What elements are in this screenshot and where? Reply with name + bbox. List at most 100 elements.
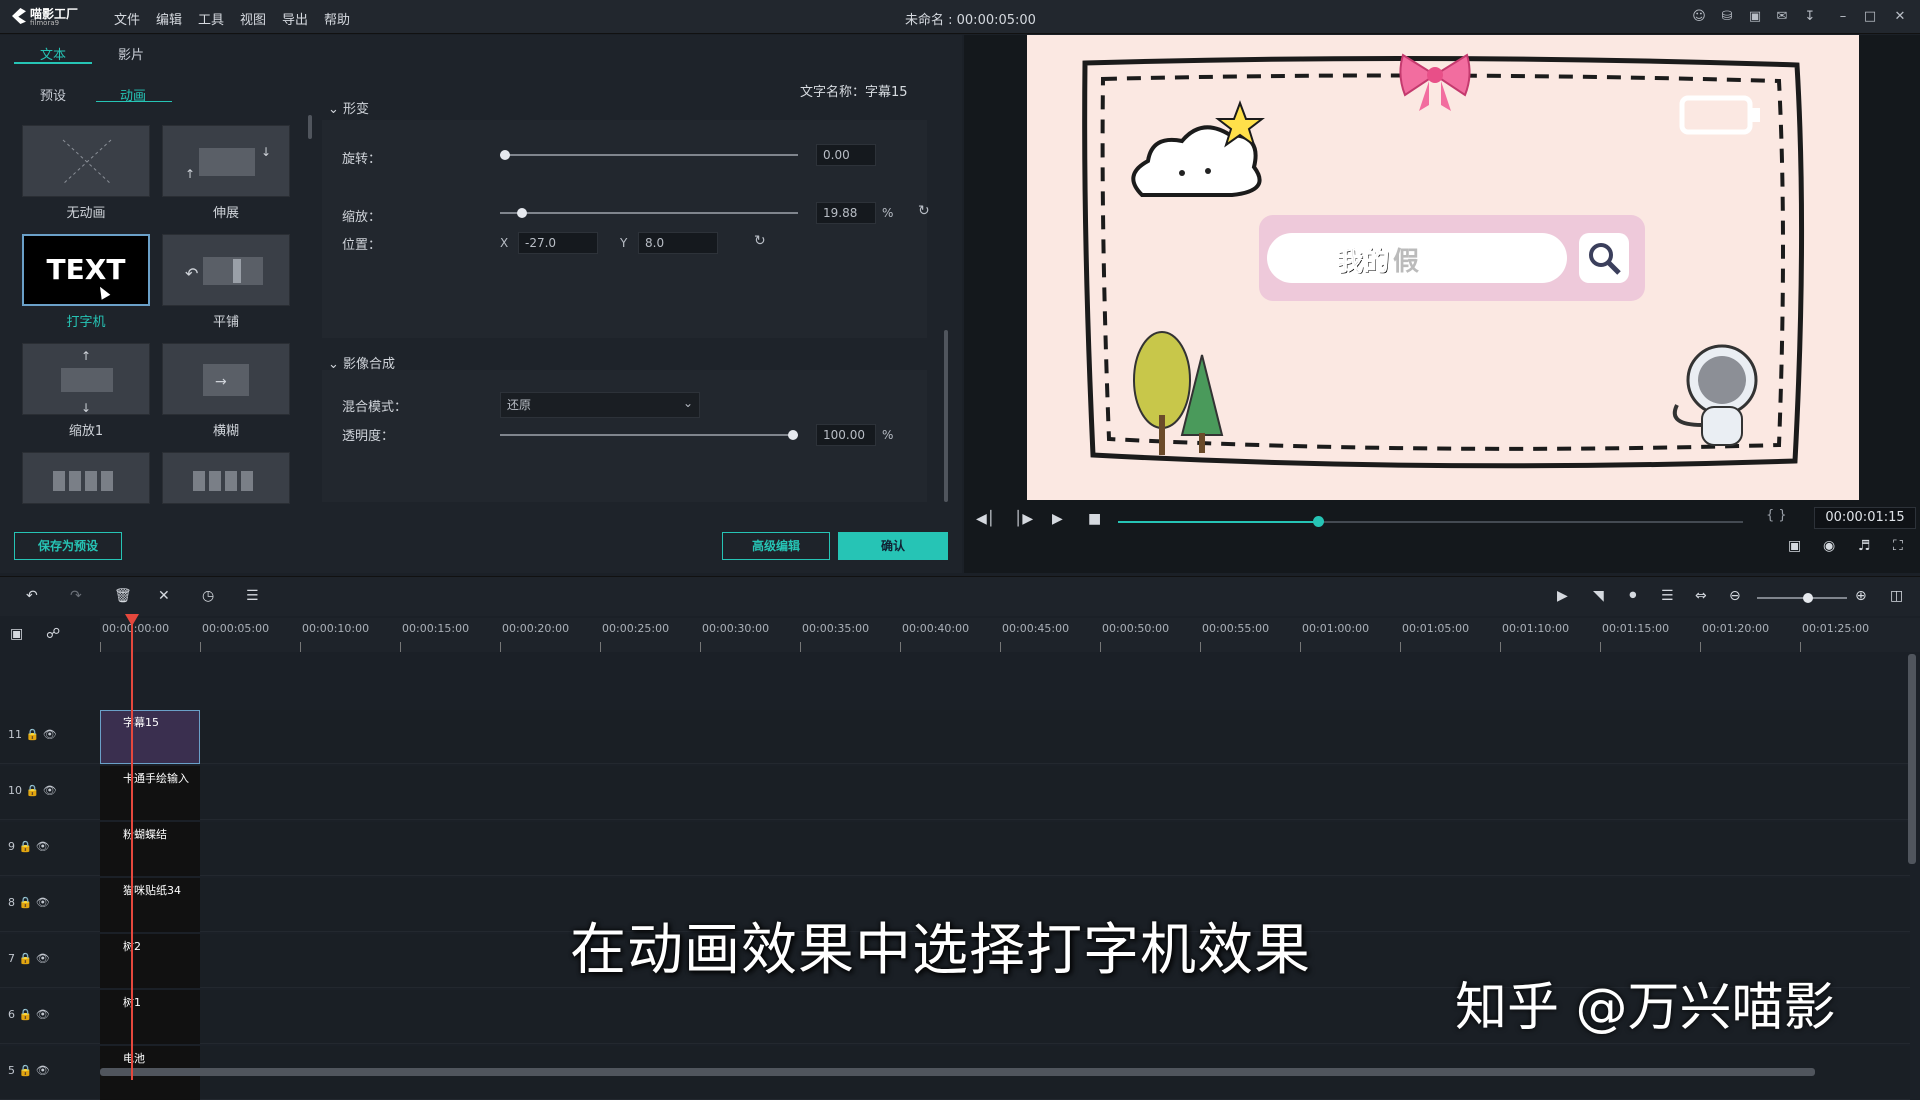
lock-icon[interactable]: 🔒: [15, 1064, 36, 1077]
eye-icon[interactable]: 👁: [36, 896, 50, 909]
lock-icon[interactable]: 🔒: [15, 1008, 36, 1021]
rotate-input[interactable]: 0.00: [816, 144, 876, 166]
save-icon[interactable]: ▣: [1747, 9, 1763, 25]
mic-icon[interactable]: ⚫: [1627, 588, 1639, 604]
play-icon[interactable]: ▶: [1052, 511, 1063, 527]
timeline-clip[interactable]: 猫咪贴纸34: [100, 878, 200, 932]
reset-scale-icon[interactable]: ↻: [918, 203, 930, 219]
anim-thumb-typewriter[interactable]: TEXT: [22, 234, 150, 306]
step-forward-icon[interactable]: │▶: [1014, 511, 1033, 527]
thumbs-scrollbar[interactable]: [308, 115, 312, 139]
position-y-input[interactable]: 8.0: [638, 232, 718, 254]
anim-thumb-none[interactable]: [22, 125, 150, 197]
timeline-track[interactable]: 9 🔒 👁 粉蝴蝶结: [0, 822, 1910, 876]
timeline-clip[interactable]: 树1: [100, 990, 200, 1044]
anim-thumb-blur[interactable]: →: [162, 343, 290, 415]
eye-icon[interactable]: 👁: [43, 784, 57, 797]
save-preset-button[interactable]: 保存为预设: [14, 532, 122, 560]
zoom-out-icon[interactable]: ⊖: [1729, 588, 1741, 604]
download-icon[interactable]: ↧: [1802, 9, 1818, 25]
scale-input[interactable]: 19.88: [816, 202, 876, 224]
lock-icon[interactable]: 🔒: [15, 952, 36, 965]
fit-icon[interactable]: ⇔: [1695, 588, 1707, 604]
cart-icon[interactable]: ⛁: [1719, 9, 1735, 25]
scale-slider[interactable]: [500, 212, 798, 214]
rotate-slider[interactable]: [500, 154, 798, 156]
preview-progress-knob[interactable]: [1313, 516, 1324, 527]
volume-icon[interactable]: ♬: [1858, 538, 1871, 554]
mark-in-out-icon[interactable]: { }: [1766, 508, 1787, 523]
adjust-icon[interactable]: ☰: [246, 588, 259, 604]
fullscreen-icon[interactable]: ⛶: [1893, 538, 1903, 554]
anim-thumb-tile[interactable]: ↶: [162, 234, 290, 306]
opacity-input[interactable]: 100.00: [816, 424, 876, 446]
mail-icon[interactable]: ✉: [1774, 9, 1790, 25]
reset-position-icon[interactable]: ↻: [754, 233, 766, 249]
timeline-track[interactable]: 11 🔒 👁 字幕15: [0, 710, 1910, 764]
playhead[interactable]: [131, 616, 133, 1080]
menu-tools[interactable]: 工具: [198, 9, 224, 28]
blend-mode-select[interactable]: 还原 ⌄: [500, 392, 700, 418]
opacity-slider-knob[interactable]: [788, 430, 798, 440]
cut-icon[interactable]: ✕: [158, 588, 170, 604]
lock-icon[interactable]: 🔒: [15, 896, 36, 909]
zoom-slider-knob[interactable]: [1803, 593, 1813, 603]
menu-view[interactable]: 视图: [240, 9, 266, 28]
rotate-slider-knob[interactable]: [500, 150, 510, 160]
timeline-ruler[interactable]: 00:00:00:00 00:00:05:00 00:00:10:00 00:00:1…: [100, 618, 1920, 652]
tab-text[interactable]: 文本: [40, 44, 66, 63]
properties-scrollbar[interactable]: [944, 330, 948, 502]
timeline-h-scrollbar[interactable]: [100, 1068, 1815, 1076]
stop-icon[interactable]: ■: [1088, 511, 1101, 527]
eye-icon[interactable]: 👁: [36, 840, 50, 853]
anim-thumb-zoom1[interactable]: ↑ ↓: [22, 343, 150, 415]
menu-help[interactable]: 帮助: [324, 9, 350, 28]
display-settings-icon[interactable]: ▣: [1788, 538, 1801, 554]
anim-thumb-next2[interactable]: [162, 452, 290, 504]
zoom-in-icon[interactable]: ⊕: [1855, 588, 1867, 604]
anim-thumb-next1[interactable]: [22, 452, 150, 504]
eye-icon[interactable]: 👁: [36, 1064, 50, 1077]
opacity-slider[interactable]: [500, 434, 798, 436]
timeline-track[interactable]: 10 🔒 👁 卡通手绘输入: [0, 766, 1910, 820]
delete-icon[interactable]: 🗑: [114, 588, 132, 604]
eye-icon[interactable]: 👁: [36, 952, 50, 965]
marker-icon[interactable]: ◥: [1593, 588, 1604, 604]
eye-icon[interactable]: 👁: [36, 1008, 50, 1021]
tab-preset[interactable]: 预设: [40, 85, 66, 104]
timeline-clip[interactable]: 粉蝴蝶结: [100, 822, 200, 876]
anim-thumb-stretch[interactable]: ↑ ↓: [162, 125, 290, 197]
maximize-icon[interactable]: □: [1862, 9, 1878, 25]
panel-toggle-icon[interactable]: ◫: [1890, 588, 1903, 604]
menu-file[interactable]: 文件: [114, 9, 140, 28]
undo-icon[interactable]: ↶: [26, 588, 38, 604]
lock-icon[interactable]: 🔒: [22, 728, 43, 741]
timeline-v-scrollbar[interactable]: [1908, 654, 1916, 864]
timeline-clip[interactable]: 卡通手绘输入: [100, 766, 200, 820]
redo-icon[interactable]: ↷: [70, 588, 82, 604]
add-track-icon[interactable]: ▣: [10, 626, 23, 642]
link-icon[interactable]: ☍: [46, 626, 60, 642]
speed-icon[interactable]: ◷: [202, 588, 214, 604]
transform-section-title[interactable]: ⌄ 形变: [328, 98, 369, 117]
timeline-clip[interactable]: 字幕15: [100, 710, 200, 764]
confirm-button[interactable]: 确认: [838, 532, 948, 560]
mixer-icon[interactable]: ☰: [1661, 588, 1674, 604]
render-icon[interactable]: ▶: [1557, 588, 1568, 604]
minimize-icon[interactable]: –: [1835, 9, 1851, 25]
position-x-input[interactable]: -27.0: [518, 232, 598, 254]
close-icon[interactable]: ✕: [1892, 9, 1908, 25]
timeline-clip[interactable]: 树2: [100, 934, 200, 988]
tab-movie[interactable]: 影片: [118, 44, 144, 63]
zoom-slider[interactable]: [1757, 597, 1847, 599]
snapshot-icon[interactable]: ◉: [1823, 538, 1835, 554]
lock-icon[interactable]: 🔒: [22, 784, 43, 797]
eye-icon[interactable]: 👁: [43, 728, 57, 741]
account-icon[interactable]: ☺: [1691, 9, 1707, 25]
menu-edit[interactable]: 编辑: [156, 9, 182, 28]
prev-frame-icon[interactable]: ◀│: [976, 511, 995, 527]
lock-icon[interactable]: 🔒: [15, 840, 36, 853]
scale-slider-knob[interactable]: [517, 208, 527, 218]
menu-export[interactable]: 导出: [282, 9, 308, 28]
advanced-edit-button[interactable]: 高级编辑: [722, 532, 830, 560]
